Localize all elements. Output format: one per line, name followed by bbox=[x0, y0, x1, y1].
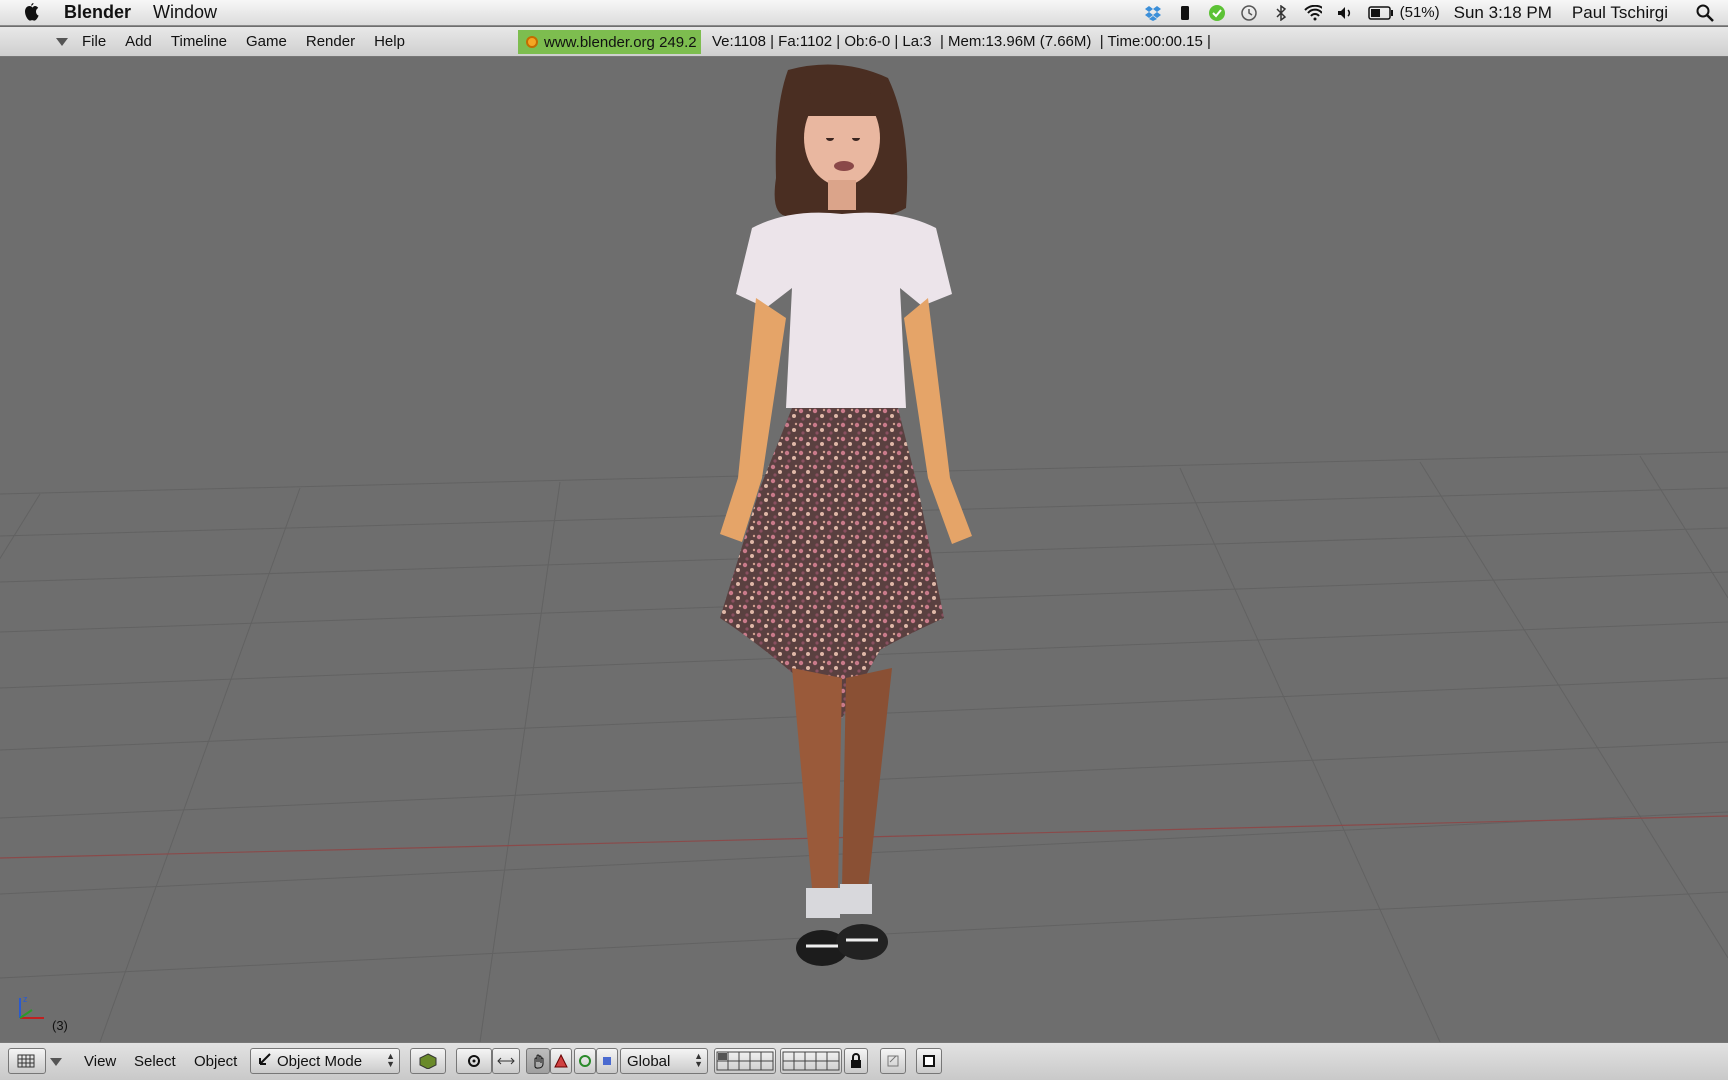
time-machine-icon[interactable] bbox=[1240, 4, 1258, 22]
scale-manipulator[interactable] bbox=[596, 1048, 618, 1074]
menu-select[interactable]: Select bbox=[134, 1053, 176, 1070]
circle-icon bbox=[579, 1055, 591, 1067]
hand-icon bbox=[534, 1054, 544, 1069]
menu-window[interactable]: Window bbox=[153, 2, 217, 23]
lock-icon bbox=[851, 1053, 861, 1068]
updown-arrows-icon: ▲ ▼ bbox=[386, 1051, 395, 1069]
menu-file[interactable]: File bbox=[82, 33, 106, 50]
pivot-button[interactable] bbox=[456, 1048, 492, 1074]
dropbox-icon[interactable] bbox=[1144, 4, 1162, 22]
rotate-manipulator[interactable] bbox=[574, 1048, 596, 1074]
apple-icon[interactable] bbox=[22, 2, 44, 24]
menu-timeline[interactable]: Timeline bbox=[171, 33, 227, 50]
clock[interactable]: Sun 3:18 PM bbox=[1454, 3, 1552, 23]
viewport-scene bbox=[0, 64, 1728, 1042]
layer-buttons-group-1[interactable] bbox=[714, 1048, 776, 1074]
square-icon bbox=[603, 1057, 611, 1065]
image-icon bbox=[923, 1055, 935, 1067]
battery-percent: (51%) bbox=[1399, 4, 1440, 21]
menu-collapse-icon[interactable] bbox=[50, 1058, 62, 1066]
menu-game[interactable]: Game bbox=[246, 33, 287, 50]
menu-render[interactable]: Render bbox=[306, 33, 355, 50]
orientation-label: Global bbox=[627, 1052, 671, 1070]
orientation-selector[interactable]: Global ▲ ▼ bbox=[620, 1048, 708, 1074]
menu-object[interactable]: Object bbox=[194, 1053, 237, 1070]
render-opengl-button[interactable] bbox=[880, 1048, 906, 1074]
header-collapse-icon[interactable] bbox=[56, 37, 68, 46]
layers-grid-icon bbox=[716, 1051, 774, 1071]
mode-label: Object Mode bbox=[277, 1052, 363, 1070]
render-icon bbox=[887, 1055, 899, 1067]
lock-layers-button[interactable] bbox=[844, 1048, 868, 1074]
pivot-align-button[interactable] bbox=[492, 1048, 520, 1074]
status-area: (51%) Sun 3:18 PM Paul Tschirgi bbox=[1144, 3, 1714, 23]
blender-logo-icon bbox=[526, 36, 538, 48]
translate-manipulator[interactable] bbox=[550, 1048, 572, 1074]
render-preview-button[interactable] bbox=[916, 1048, 942, 1074]
current-frame: (3) bbox=[52, 1018, 68, 1033]
user-name[interactable]: Paul Tschirgi bbox=[1572, 3, 1668, 23]
app-name[interactable]: Blender bbox=[64, 2, 131, 23]
scene-stats: Ve:1108 | Fa:1102 | Ob:6-0 | La:3 | Mem:… bbox=[712, 33, 1211, 50]
menu-help[interactable]: Help bbox=[374, 33, 405, 50]
menu-view[interactable]: View bbox=[84, 1053, 116, 1070]
volume-icon[interactable] bbox=[1336, 4, 1354, 22]
menu-add[interactable]: Add bbox=[125, 33, 152, 50]
updown-arrows-icon: ▲ ▼ bbox=[694, 1051, 703, 1069]
blender-info-header: File Add Timeline Game Render Help www.b… bbox=[0, 27, 1728, 57]
manipulator-toggle[interactable] bbox=[526, 1048, 550, 1074]
wifi-icon[interactable] bbox=[1303, 4, 1322, 22]
grid-icon bbox=[17, 1054, 35, 1068]
pivot-icon bbox=[468, 1055, 480, 1067]
layers-grid-icon bbox=[782, 1051, 840, 1071]
draw-type-button[interactable] bbox=[410, 1048, 446, 1074]
mac-menubar: Blender Window (51%) Sun 3:18 PM Paul Ts… bbox=[0, 0, 1728, 26]
layer-buttons-group-2[interactable] bbox=[780, 1048, 842, 1074]
3d-viewport[interactable]: z (3) bbox=[0, 58, 1728, 1042]
spotlight-search-icon[interactable] bbox=[1696, 4, 1714, 22]
check-icon[interactable] bbox=[1208, 4, 1226, 22]
triangle-icon bbox=[554, 1054, 568, 1068]
axis-gizmo: z bbox=[14, 992, 50, 1027]
align-icon bbox=[497, 1057, 515, 1065]
svg-text:z: z bbox=[23, 994, 28, 1004]
phone-icon[interactable] bbox=[1176, 4, 1194, 22]
viewport-header: View Select Object Object Mode ▲ ▼ Global… bbox=[0, 1042, 1728, 1080]
character-model bbox=[720, 64, 972, 966]
mode-selector[interactable]: Object Mode ▲ ▼ bbox=[250, 1048, 400, 1074]
object-mode-icon bbox=[257, 1051, 273, 1071]
solid-shading-icon bbox=[419, 1053, 437, 1069]
blender-version-box[interactable]: www.blender.org 249.2 bbox=[518, 30, 701, 54]
battery-icon bbox=[1367, 5, 1393, 20]
bluetooth-icon[interactable] bbox=[1272, 4, 1290, 22]
editor-type-button[interactable] bbox=[8, 1048, 46, 1074]
battery-indicator[interactable]: (51%) bbox=[1367, 4, 1440, 21]
version-label: www.blender.org 249.2 bbox=[544, 33, 697, 51]
